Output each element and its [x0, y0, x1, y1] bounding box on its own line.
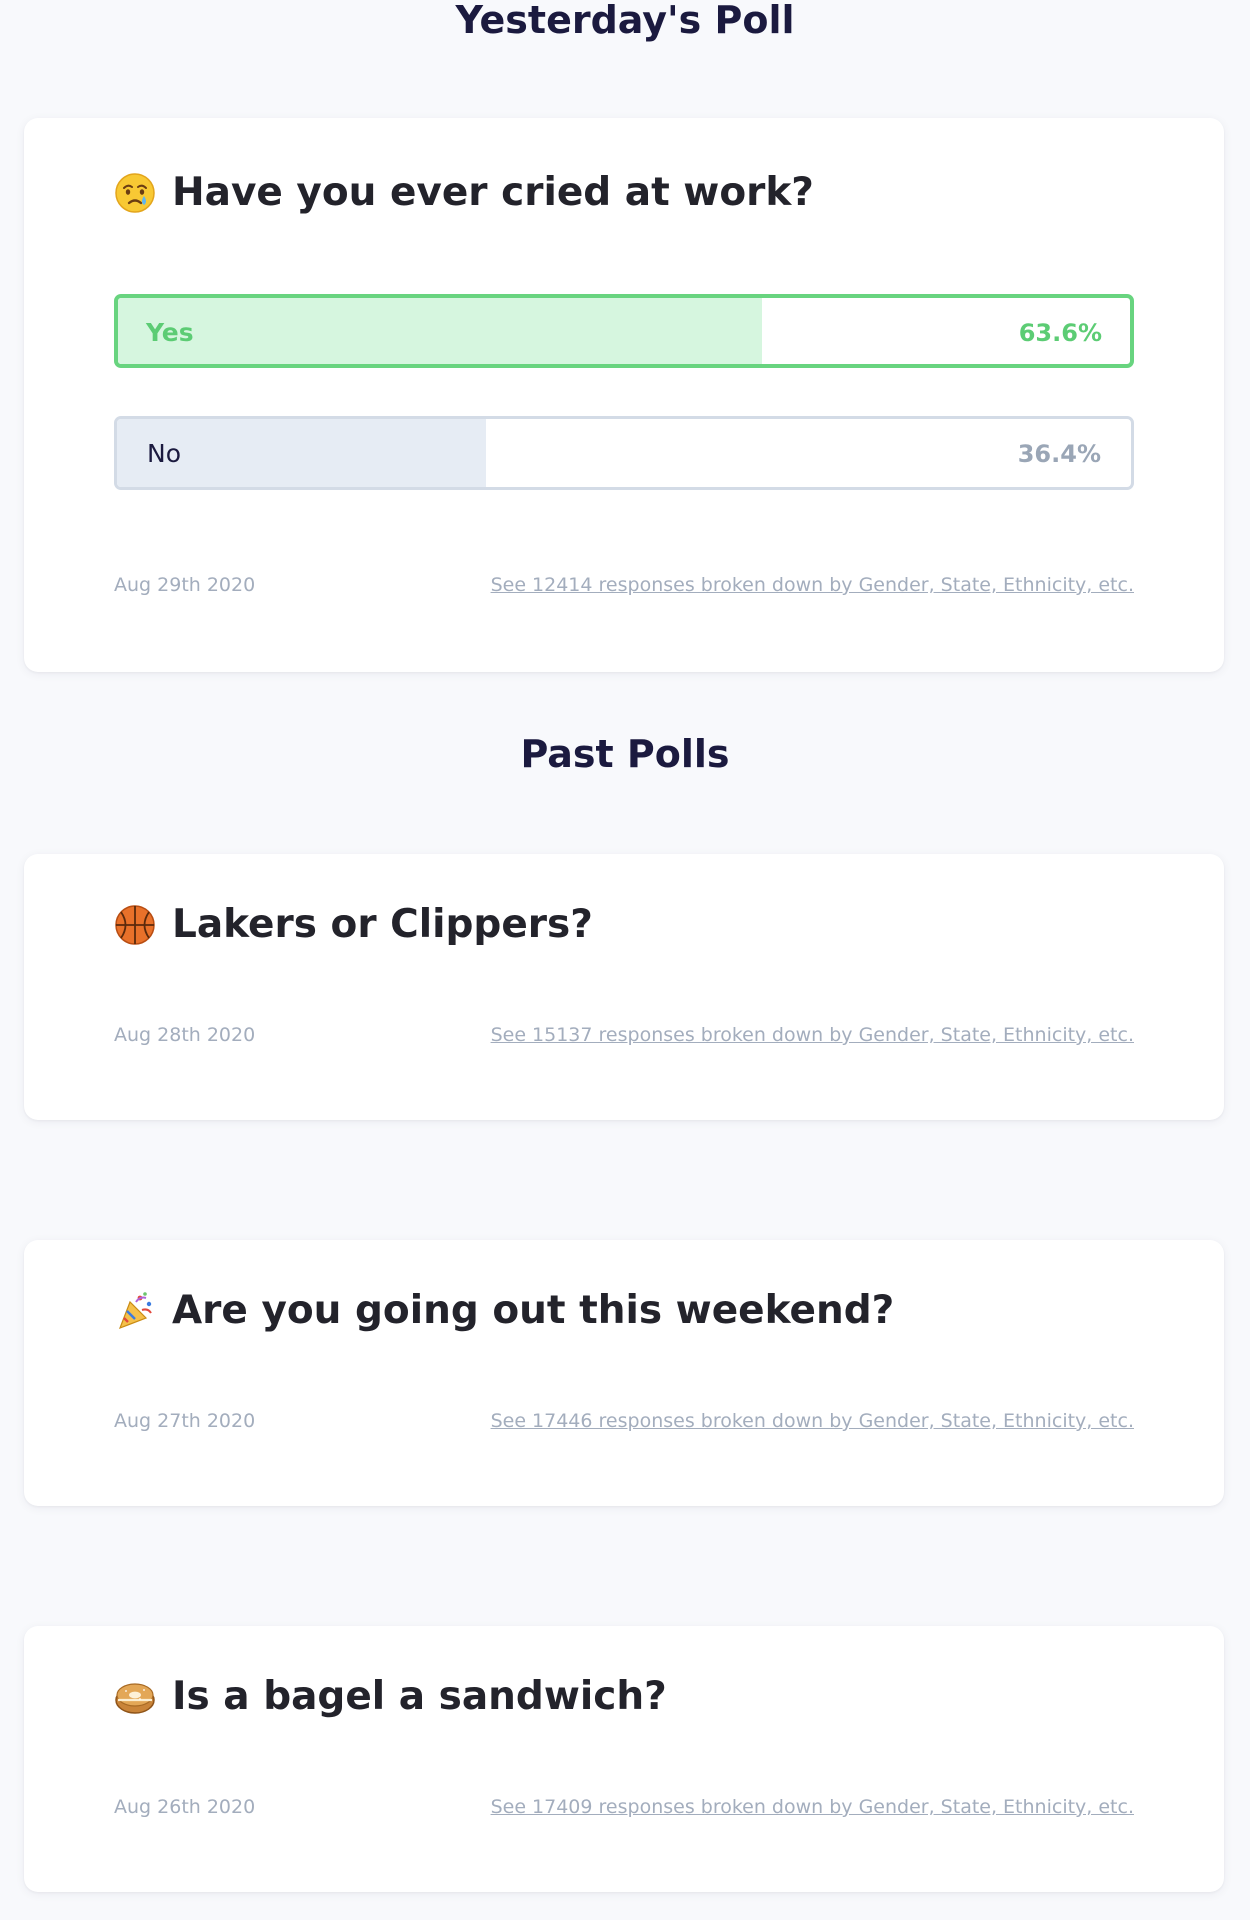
past-poll-card[interactable]: Is a bagel a sandwich? Aug 26th 2020 See… — [24, 1626, 1224, 1892]
past-poll-card[interactable]: Are you going out this weekend? Aug 27th… — [24, 1240, 1224, 1506]
poll-option-yes-fill — [118, 298, 762, 364]
poll-option-no-label: No — [147, 439, 181, 468]
poll-option-no[interactable]: No 36.4% — [114, 416, 1134, 490]
party-popper-icon — [118, 1291, 152, 1329]
poll-responses-link[interactable]: See 17409 responses broken down by Gende… — [491, 1796, 1134, 1818]
poll-question: Lakers or Clippers? — [114, 902, 593, 947]
poll-option-yes-percent: 63.6% — [1018, 319, 1102, 347]
poll-question: Have you ever cried at work? — [114, 170, 814, 215]
poll-responses-link[interactable]: See 12414 responses broken down by Gende… — [491, 574, 1134, 596]
past-poll-card[interactable]: Lakers or Clippers? Aug 28th 2020 See 15… — [24, 854, 1224, 1120]
poll-date: Aug 28th 2020 — [114, 1024, 256, 1046]
yesterday-poll-card: Have you ever cried at work? Yes 63.6% N… — [24, 118, 1224, 672]
poll-option-yes[interactable]: Yes 63.6% — [114, 294, 1134, 368]
yesterdays-poll-heading: Yesterday's Poll — [455, 0, 795, 42]
poll-date: Aug 29th 2020 — [114, 574, 256, 596]
poll-question-text: Lakers or Clippers? — [172, 902, 593, 947]
poll-responses-link[interactable]: See 17446 responses broken down by Gende… — [491, 1410, 1134, 1432]
basketball-icon — [115, 904, 155, 945]
poll-option-no-percent: 36.4% — [1017, 440, 1101, 468]
poll-question: Is a bagel a sandwich? — [114, 1674, 667, 1719]
poll-responses-link[interactable]: See 15137 responses broken down by Gende… — [491, 1024, 1134, 1046]
bagel-icon — [115, 1682, 155, 1714]
poll-option-yes-label: Yes — [146, 318, 194, 347]
poll-question-text: Is a bagel a sandwich? — [172, 1674, 667, 1719]
poll-question-text: Have you ever cried at work? — [172, 170, 814, 215]
past-polls-heading: Past Polls — [520, 732, 730, 776]
poll-question: Are you going out this weekend? — [114, 1288, 894, 1333]
poll-question-text: Are you going out this weekend? — [172, 1288, 895, 1333]
poll-date: Aug 27th 2020 — [114, 1410, 256, 1432]
crying-face-icon — [115, 172, 155, 213]
poll-date: Aug 26th 2020 — [114, 1796, 256, 1818]
